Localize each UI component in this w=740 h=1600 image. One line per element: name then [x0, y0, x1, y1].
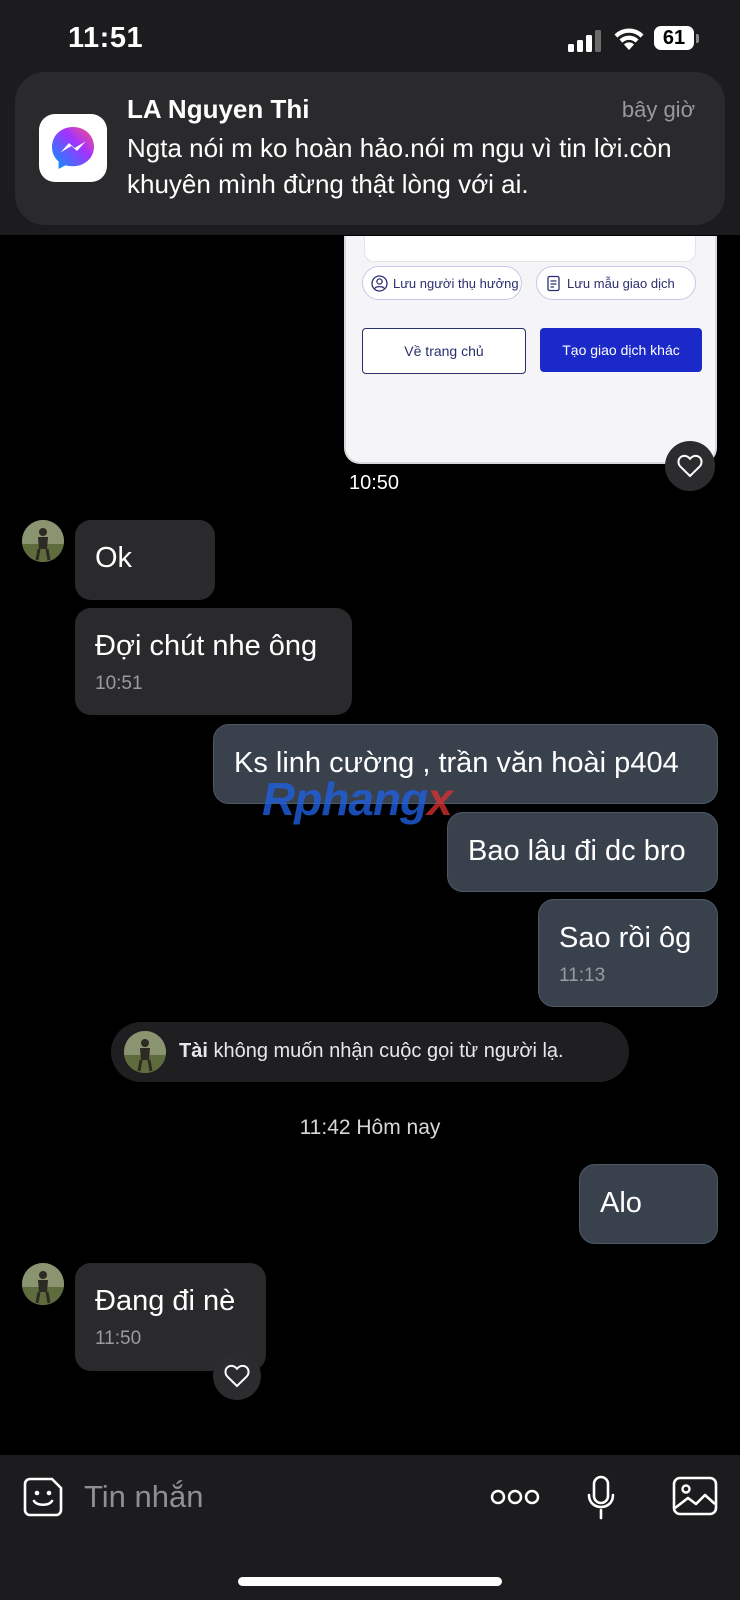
document-icon: [547, 275, 560, 292]
card-field: [364, 236, 696, 262]
battery-indicator: 61: [654, 26, 699, 52]
date-separator: 11:42 Hôm nay: [299, 1116, 441, 1139]
message-bubble[interactable]: Đợi chút nhe ông 10:51: [75, 608, 352, 715]
notification-body: Ngta nói m ko hoàn hảo.nói m ngu vì tin …: [127, 133, 672, 199]
watermark: Rphangx: [262, 773, 453, 825]
message-text: Sao rồi ôg: [559, 922, 692, 954]
gallery-icon[interactable]: [672, 1476, 718, 1516]
home-indicator[interactable]: [238, 1577, 502, 1586]
status-bar: 11:51 61: [0, 0, 740, 70]
heart-icon: [677, 454, 703, 478]
save-beneficiary-label: Lưu người thụ hưởng: [393, 276, 519, 291]
message-time: 11:50: [95, 1328, 142, 1349]
message-bubble[interactable]: Bao lâu đi dc bro: [447, 812, 718, 892]
system-message-text: Tài không muốn nhận cuộc gọi từ người lạ…: [179, 1040, 564, 1062]
message-time: 10:51: [95, 673, 143, 694]
system-message: Tài không muốn nhận cuộc gọi từ người lạ…: [111, 1022, 629, 1082]
wifi-icon: [614, 28, 644, 50]
status-time: 11:51: [68, 22, 144, 54]
shared-image-card[interactable]: Lưu người thụ hưởng Lưu mẫu giao dịch Về…: [344, 236, 717, 464]
message-text: Ok: [95, 542, 133, 574]
message-time: 10:50: [349, 472, 400, 494]
notification-sender: LA Nguyen Thi: [127, 94, 310, 124]
avatar: [124, 1031, 166, 1073]
messenger-notification[interactable]: LA Nguyen Thi bây giờ Ngta nói m ko hoàn…: [15, 72, 725, 225]
message-time: 11:13: [559, 965, 606, 986]
message-text: Đợi chút nhe ông: [95, 630, 318, 662]
messenger-icon: [39, 114, 107, 182]
notification-time: bây giờ: [621, 97, 695, 122]
save-template-button: Lưu mẫu giao dịch: [536, 266, 696, 300]
message-input[interactable]: Tin nhắn: [84, 1479, 204, 1515]
avatar[interactable]: [22, 1263, 64, 1305]
message-text: Đang đi nè: [95, 1285, 236, 1317]
person-icon: [371, 275, 388, 292]
react-button[interactable]: [665, 441, 715, 491]
message-text: Alo: [600, 1187, 642, 1219]
message-bubble[interactable]: Sao rồi ôg 11:13: [538, 899, 718, 1007]
save-beneficiary-button: Lưu người thụ hưởng: [362, 266, 522, 300]
react-button[interactable]: [213, 1352, 261, 1400]
home-button: Về trang chủ: [362, 328, 526, 374]
new-transaction-button: Tạo giao dịch khác: [540, 328, 702, 372]
battery-level: 61: [662, 27, 686, 49]
avatar[interactable]: [22, 520, 64, 562]
message-text: Bao lâu đi dc bro: [468, 835, 686, 867]
microphone-icon[interactable]: [586, 1475, 616, 1521]
message-bubble[interactable]: Ok: [75, 520, 215, 600]
heart-icon: [224, 1364, 250, 1388]
save-template-label: Lưu mẫu giao dịch: [567, 276, 675, 291]
more-icon[interactable]: [490, 1487, 540, 1507]
sticker-icon[interactable]: [22, 1476, 64, 1518]
cellular-signal-icon: [568, 30, 602, 52]
message-bubble[interactable]: Alo: [579, 1164, 718, 1244]
